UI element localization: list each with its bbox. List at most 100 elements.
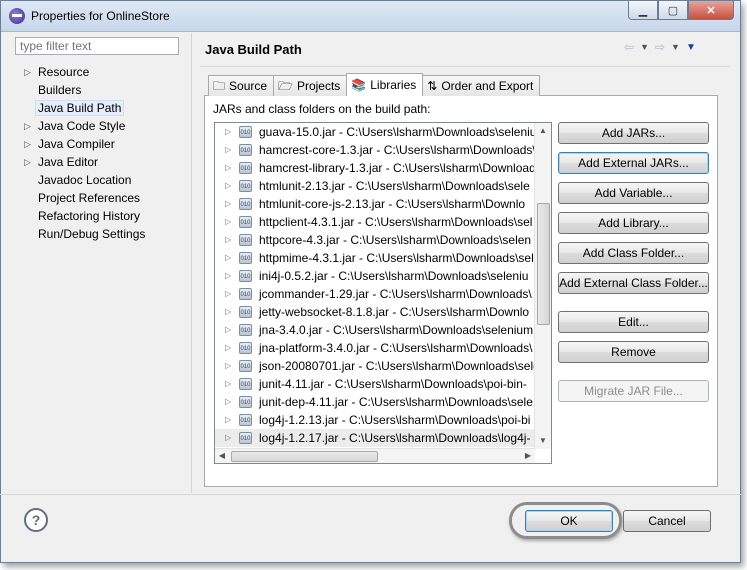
forward-dropdown-icon[interactable]: ▼ (671, 42, 680, 54)
jar-file-icon: 010 (239, 342, 252, 354)
expand-arrow-icon[interactable]: ▷ (225, 177, 231, 195)
expand-arrow-icon[interactable]: ▷ (225, 393, 231, 411)
scroll-left-icon[interactable]: ◀ (215, 449, 229, 463)
forward-arrow-icon[interactable]: ⇨ (655, 40, 665, 54)
ok-button[interactable]: OK (525, 510, 613, 532)
list-item[interactable]: ▷ 010 jetty-websocket-8.1.8.jar - C:\Users… (215, 303, 535, 321)
tree-item[interactable]: ▷ Java Code Style (10, 117, 186, 135)
back-dropdown-icon[interactable]: ▼ (640, 42, 649, 54)
jar-file-icon: 010 (239, 126, 252, 138)
tree-item-label: Run/Debug Settings (38, 227, 146, 241)
minimize-button[interactable]: ▁ (628, 1, 658, 20)
list-item[interactable]: ▷ 010 httpclient-4.3.1.jar - C:\Users\lsha… (215, 213, 535, 231)
add-external-jars-button[interactable]: Add External JARs... (558, 152, 709, 174)
list-item[interactable]: ▷ 010 hamcrest-core-1.3.jar - C:\Users\lsh… (215, 141, 535, 159)
tree-item[interactable]: Java Build Path (10, 99, 186, 117)
scroll-down-icon[interactable]: ▼ (535, 433, 551, 449)
list-item[interactable]: ▷ 010 guava-15.0.jar - C:\Users\lsharm\Dow… (215, 123, 535, 141)
expand-arrow-icon[interactable]: ▷ (225, 123, 231, 141)
expand-arrow-icon[interactable]: ▷ (225, 213, 231, 231)
expand-arrow-icon[interactable]: ▷ (24, 153, 31, 171)
list-item[interactable]: ▷ 010 jna-3.4.0.jar - C:\Users\lsharm\Down… (215, 321, 535, 339)
list-item[interactable]: ▷ 010 ini4j-0.5.2.jar - C:\Users\lsharm\Do… (215, 267, 535, 285)
list-item[interactable]: ▷ 010 httpmime-4.3.1.jar - C:\Users\lsharm… (215, 249, 535, 267)
cancel-button[interactable]: Cancel (623, 510, 711, 532)
list-item[interactable]: ▷ 010 junit-4.11.jar - C:\Users\lsharm\Dow… (215, 375, 535, 393)
expand-arrow-icon[interactable]: ▷ (225, 411, 231, 429)
tree-item-label: Resource (38, 65, 90, 79)
migrate-jar-button[interactable]: Migrate JAR File... (558, 380, 709, 402)
add-external-class-folder-button[interactable]: Add External Class Folder... (558, 272, 709, 294)
list-item[interactable]: ▷ 010 htmlunit-2.13.jar - C:\Users\lsharm\… (215, 177, 535, 195)
tab-projects[interactable]: 🗁 Projects (273, 75, 348, 96)
remove-button[interactable]: Remove (558, 341, 709, 363)
expand-arrow-icon[interactable]: ▷ (225, 249, 231, 267)
tree-item[interactable]: ▷ Java Editor (10, 153, 186, 171)
back-arrow-icon[interactable]: ⇦ (624, 40, 634, 54)
expand-arrow-icon[interactable]: ▷ (225, 231, 231, 249)
tab-label: Projects (296, 79, 341, 93)
tree-item-label: Java Code Style (38, 119, 126, 133)
tree-item[interactable]: Javadoc Location (10, 171, 186, 189)
scroll-right-icon[interactable]: ▶ (521, 449, 535, 463)
maximize-button[interactable]: ▢ (658, 1, 688, 20)
add-jars-button[interactable]: Add JARs... (558, 122, 709, 144)
close-button[interactable]: ✕ (688, 1, 734, 20)
jar-file-icon: 010 (239, 234, 252, 246)
tab-libraries[interactable]: 📚 Libraries (346, 73, 424, 96)
list-item[interactable]: ▷ 010 log4j-1.2.13.jar - C:\Users\lsharm\D… (215, 411, 535, 429)
jar-entry-label: json-20080701.jar - C:\Users\lsharm\Down… (259, 359, 535, 373)
jar-entry-label: log4j-1.2.13.jar - C:\Users\lsharm\Downl… (259, 413, 531, 427)
tree-item[interactable]: Refactoring History (10, 207, 186, 225)
expand-arrow-icon[interactable]: ▷ (225, 159, 231, 177)
panel-splitter[interactable] (191, 33, 192, 493)
tree-item[interactable]: Project References (10, 189, 186, 207)
expand-arrow-icon[interactable]: ▷ (225, 285, 231, 303)
list-item[interactable]: ▷ 010 junit-dep-4.11.jar - C:\Users\lsharm… (215, 393, 535, 411)
expand-arrow-icon[interactable]: ▷ (225, 429, 231, 447)
jar-file-icon: 010 (239, 216, 252, 228)
expand-arrow-icon[interactable]: ▷ (225, 339, 231, 357)
list-item[interactable]: ▷ 010 hamcrest-library-1.3.jar - C:\Users\… (215, 159, 535, 177)
tree-item[interactable]: ▷ Java Compiler (10, 135, 186, 153)
filter-input[interactable] (15, 37, 179, 55)
expand-arrow-icon[interactable]: ▷ (225, 375, 231, 393)
expand-arrow-icon[interactable]: ▷ (24, 117, 31, 135)
expand-arrow-icon[interactable]: ▷ (225, 141, 231, 159)
add-class-folder-button[interactable]: Add Class Folder... (558, 242, 709, 264)
tree-item[interactable]: Builders (10, 81, 186, 99)
help-icon[interactable]: ? (24, 508, 48, 532)
view-menu-icon[interactable]: ▼ (686, 42, 696, 54)
tree-item[interactable]: ▷ Resource (10, 63, 186, 81)
list-item[interactable]: ▷ 010 log4j-1.2.17.jar - C:\Users\lsharm\D… (215, 429, 535, 447)
scroll-up-icon[interactable]: ▲ (535, 123, 551, 139)
add-variable-button[interactable]: Add Variable... (558, 182, 709, 204)
expand-arrow-icon[interactable]: ▷ (24, 63, 31, 81)
list-item[interactable]: ▷ 010 jcommander-1.29.jar - C:\Users\lshar… (215, 285, 535, 303)
tab-order-and-export[interactable]: ⇅ Order and Export (422, 75, 541, 96)
edit-button[interactable]: Edit... (558, 311, 709, 333)
window-controls: ▁ ▢ ✕ (628, 1, 734, 21)
list-item[interactable]: ▷ 010 json-20080701.jar - C:\Users\lsharm\… (215, 357, 535, 375)
tab-source[interactable]: 🗀 Source (208, 75, 275, 96)
add-library-button[interactable]: Add Library... (558, 212, 709, 234)
jar-file-icon: 010 (239, 306, 252, 318)
expand-arrow-icon[interactable]: ▷ (225, 195, 231, 213)
tab-label: Order and Export (441, 79, 534, 93)
jar-file-icon: 010 (239, 378, 252, 390)
tree-item-label: Project References (38, 191, 141, 205)
horizontal-scroll-thumb[interactable] (231, 451, 378, 462)
expand-arrow-icon[interactable]: ▷ (225, 267, 231, 285)
vertical-scrollbar[interactable]: ▲ ▼ (534, 123, 551, 449)
list-item[interactable]: ▷ 010 jna-platform-3.4.0.jar - C:\Users\ls… (215, 339, 535, 357)
vertical-scroll-thumb[interactable] (537, 203, 550, 325)
expand-arrow-icon[interactable]: ▷ (24, 135, 31, 153)
expand-arrow-icon[interactable]: ▷ (225, 321, 231, 339)
expand-arrow-icon[interactable]: ▷ (225, 303, 231, 321)
list-item[interactable]: ▷ 010 httpcore-4.3.jar - C:\Users\lsharm\D… (215, 231, 535, 249)
horizontal-scrollbar[interactable]: ◀ ▶ (215, 448, 535, 463)
expand-arrow-icon[interactable]: ▷ (225, 357, 231, 375)
jar-file-icon: 010 (239, 396, 252, 408)
tree-item[interactable]: Run/Debug Settings (10, 225, 186, 243)
list-item[interactable]: ▷ 010 htmlunit-core-js-2.13.jar - C:\Users… (215, 195, 535, 213)
